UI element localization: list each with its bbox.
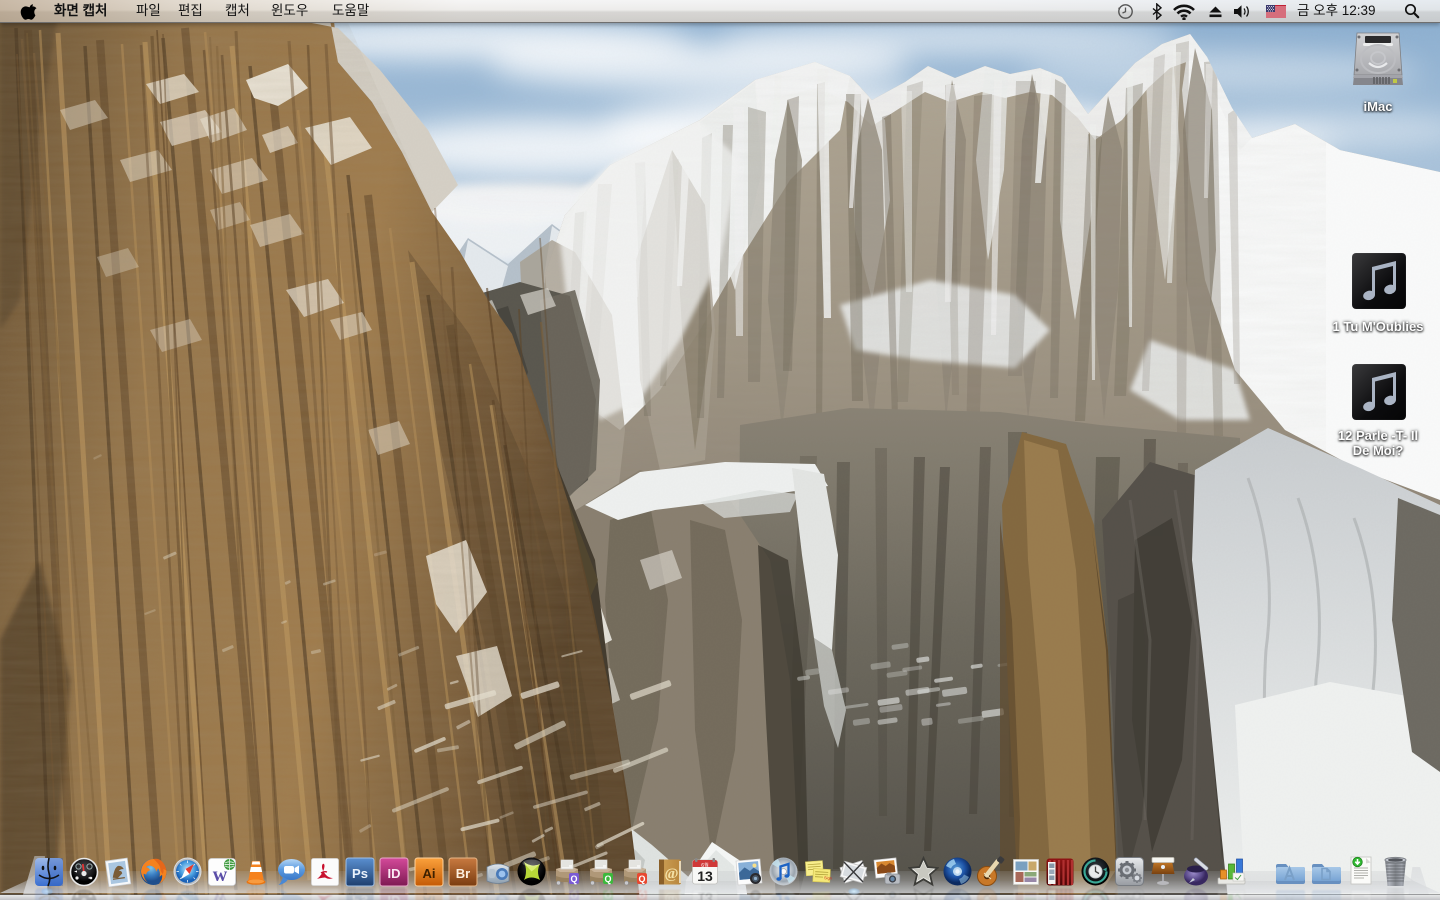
svg-text:Q: Q [604, 890, 611, 900]
svg-text:13: 13 [697, 868, 713, 884]
svg-text:Ps: Ps [352, 893, 368, 900]
svg-text:Q: Q [570, 874, 577, 884]
svg-text:Ps: Ps [352, 866, 368, 881]
svg-text:ID: ID [388, 893, 401, 900]
svg-text:Q: Q [638, 874, 645, 884]
svg-text:w: w [213, 888, 228, 900]
svg-text:Q: Q [638, 890, 645, 900]
svg-text:Sign: Sign [824, 893, 832, 898]
svg-text:Br: Br [456, 893, 470, 900]
svg-text:Ai: Ai [423, 866, 436, 881]
svg-text:13: 13 [697, 890, 713, 900]
svg-text:@: @ [665, 892, 679, 900]
svg-text:Br: Br [456, 866, 470, 881]
svg-text:ID: ID [388, 866, 401, 881]
svg-text:Q: Q [570, 890, 577, 900]
svg-text:Sign: Sign [824, 875, 832, 880]
svg-text:Q: Q [604, 874, 611, 884]
svg-text:Ai: Ai [423, 893, 436, 900]
svg-text:@: @ [665, 866, 679, 882]
